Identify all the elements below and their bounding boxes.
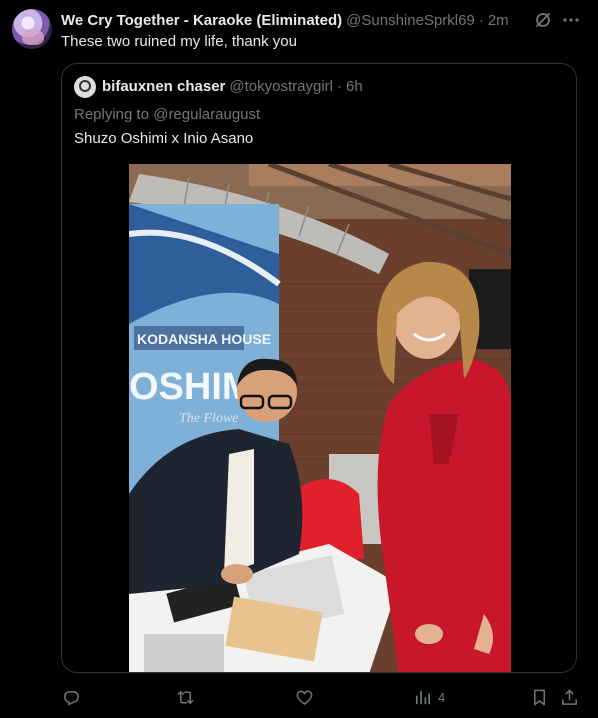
reply-icon [64, 690, 79, 705]
bookmark-icon [533, 689, 546, 705]
like-button[interactable] [295, 686, 314, 708]
reply-button[interactable] [62, 686, 81, 708]
tweet-text: These two ruined my life, thank you [61, 33, 297, 50]
share-icon [562, 688, 577, 705]
poster-title-text: OSHIM [129, 366, 254, 408]
like-icon [296, 690, 313, 705]
retweet-button[interactable] [176, 686, 195, 708]
quoted-tweet-header: bifauxnen chaser @tokyostraygirl · 6h [102, 78, 363, 95]
separator-dot: · [336, 78, 342, 95]
poster-subtitle-text: The Flowe [179, 411, 239, 426]
views-button[interactable]: 4 [413, 686, 445, 708]
user-handle[interactable]: @SunshineSprkl69 [346, 12, 475, 29]
user-avatar[interactable] [12, 9, 52, 49]
share-button[interactable] [560, 686, 579, 708]
timestamp[interactable]: 2m [488, 12, 509, 29]
display-name[interactable]: We Cry Together - Karaoke (Eliminated) [61, 12, 342, 29]
tweet-actions: 4 [0, 686, 598, 708]
bookmark-button[interactable] [530, 686, 549, 708]
views-count: 4 [438, 689, 446, 705]
views-icon [415, 690, 431, 704]
retweet-icon [177, 690, 194, 704]
replying-to: Replying to @regularaugust [74, 106, 261, 123]
separator-dot: · [478, 11, 484, 29]
poster-brand-text: KODANSHA HOUSE [137, 331, 271, 347]
quoted-tweet-text: Shuzo Oshimi x Inio Asano [74, 130, 254, 147]
grok-icon[interactable] [533, 10, 553, 30]
tweet-header: We Cry Together - Karaoke (Eliminated) @… [61, 10, 509, 30]
quoted-photo[interactable]: KODANSHA HOUSE OSHIM The Flowe [129, 164, 511, 672]
quoted-display-name: bifauxnen chaser [102, 78, 226, 95]
quoted-timestamp: 6h [345, 78, 363, 95]
quoted-user-avatar [74, 76, 96, 98]
quoted-user-handle: @tokyostraygirl [229, 78, 333, 95]
more-icon[interactable] [561, 10, 581, 30]
quoted-tweet[interactable]: bifauxnen chaser @tokyostraygirl · 6h Re… [61, 63, 577, 673]
photo-scene: KODANSHA HOUSE OSHIM The Flowe [129, 164, 511, 672]
